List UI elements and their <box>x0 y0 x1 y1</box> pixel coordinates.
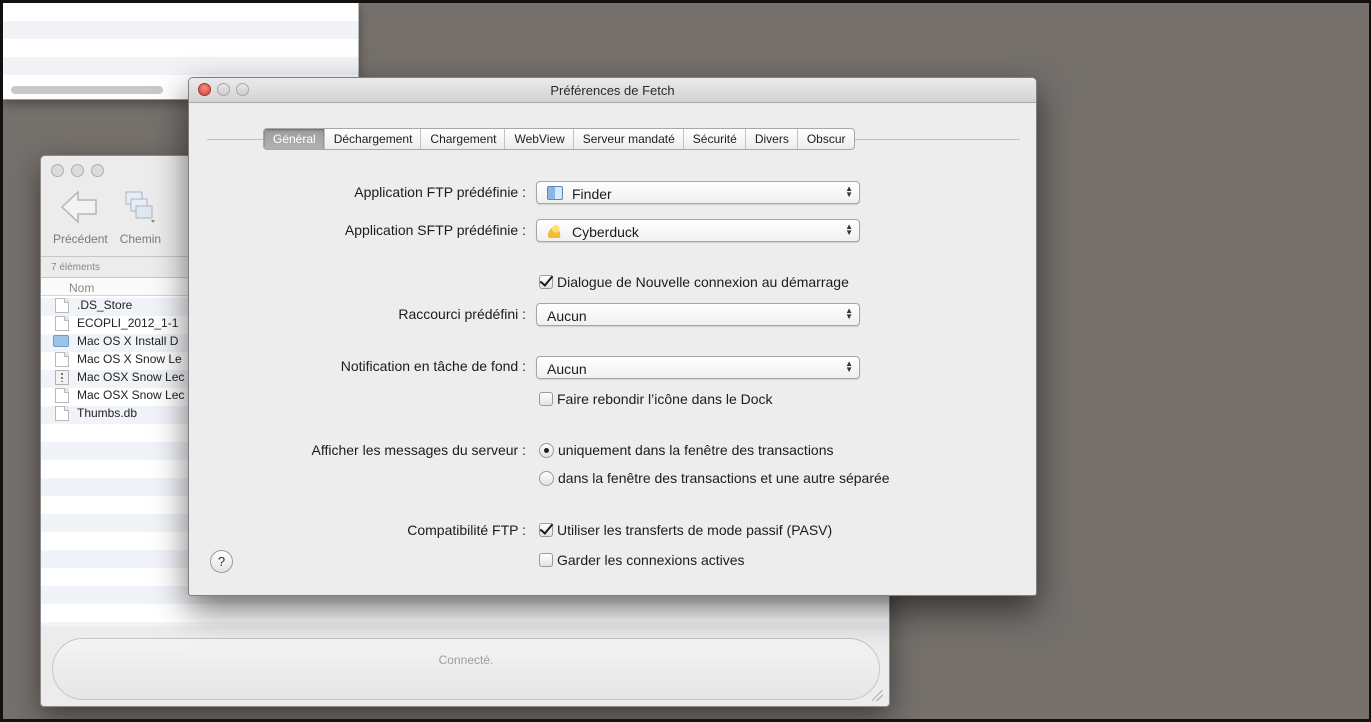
zoom-window-button[interactable] <box>91 164 104 177</box>
server-messages-option-1-label: uniquement dans la fenêtre des transacti… <box>558 442 834 458</box>
back-arrow-icon <box>61 190 98 224</box>
new-connection-checkbox[interactable] <box>539 275 553 289</box>
notification-popup[interactable]: Aucun ▲ ▼ <box>536 356 860 379</box>
shortcut-value: Aucun <box>547 308 587 324</box>
tab-download[interactable]: Déchargement <box>323 129 421 149</box>
sftp-app-value: Cyberduck <box>572 224 639 240</box>
passive-mode-checkbox-row[interactable]: Utiliser les transferts de mode passif (… <box>539 522 832 538</box>
window-controls <box>198 83 249 96</box>
folder-icon <box>53 335 69 347</box>
popup-arrows-icon: ▲ ▼ <box>845 184 853 199</box>
path-icon <box>125 191 156 223</box>
window-title: Préférences de Fetch <box>550 83 675 98</box>
shortcut-popup[interactable]: Aucun ▲ ▼ <box>536 303 860 326</box>
tab-webview[interactable]: WebView <box>504 129 572 149</box>
popup-arrows-icon: ▲ ▼ <box>845 222 853 237</box>
notification-value: Aucun <box>547 361 587 377</box>
connection-status: Connecté. <box>52 638 880 700</box>
file-name: Mac OSX Snow Lec <box>77 388 185 402</box>
popup-arrows-icon: ▲ ▼ <box>845 359 853 374</box>
bounce-dock-label: Faire rebondir l’icône dans le Dock <box>557 391 773 407</box>
file-row[interactable]: .DS_Store <box>55 296 191 314</box>
file-row[interactable]: Mac OSX Snow Lec <box>55 386 191 404</box>
keepalive-checkbox-row[interactable]: Garder les connexions actives <box>539 552 745 568</box>
window-controls <box>51 164 104 177</box>
close-window-button[interactable] <box>51 164 64 177</box>
file-name: Mac OS X Install D <box>77 334 179 348</box>
document-icon <box>55 315 69 331</box>
tab-misc[interactable]: Divers <box>744 129 797 149</box>
ftp-app-popup[interactable]: Finder ▲ ▼ <box>536 181 860 204</box>
cyberduck-icon <box>547 224 563 238</box>
file-name: ECOPLI_2012_1-1 <box>77 316 179 330</box>
file-name: Mac OS X Snow Le <box>77 352 182 366</box>
help-button[interactable]: ? <box>210 550 233 573</box>
path-button[interactable]: Chemin <box>120 188 161 246</box>
file-name: Thumbs.db <box>77 406 138 420</box>
zoom-window-button[interactable] <box>236 83 249 96</box>
document-icon <box>55 297 69 313</box>
server-messages-radio-1[interactable] <box>539 442 554 458</box>
browser-toolbar: Précédent Chemin <box>53 188 161 246</box>
tab-security[interactable]: Sécurité <box>682 129 745 149</box>
resize-grip-icon[interactable] <box>872 690 883 701</box>
horizontal-scrollbar[interactable] <box>11 86 163 94</box>
minimize-window-button[interactable] <box>217 83 230 96</box>
server-messages-radio-2[interactable] <box>539 470 554 486</box>
sftp-app-popup[interactable]: Cyberduck ▲ ▼ <box>536 219 860 242</box>
keepalive-label: Garder les connexions actives <box>557 552 745 568</box>
preferences-titlebar[interactable]: Préférences de Fetch <box>189 78 1036 103</box>
back-button-label: Précédent <box>53 232 108 246</box>
ftp-app-label: Application FTP prédéfinie : <box>354 184 526 200</box>
file-name: Mac OSX Snow Lec <box>77 370 185 384</box>
preferences-window: Préférences de Fetch Général Déchargemen… <box>188 77 1037 596</box>
ftp-compat-label: Compatibilité FTP : <box>407 522 526 538</box>
finder-icon <box>547 186 563 200</box>
file-row[interactable]: Thumbs.db <box>55 404 191 422</box>
column-header-name[interactable]: Nom <box>41 278 191 296</box>
file-row[interactable]: Mac OS X Snow Le <box>55 350 191 368</box>
new-connection-checkbox-row[interactable]: Dialogue de Nouvelle connexion au démarr… <box>539 274 849 290</box>
bounce-dock-checkbox[interactable] <box>539 392 553 406</box>
popup-arrows-icon: ▲ ▼ <box>845 306 853 321</box>
file-row[interactable]: Mac OS X Install D <box>53 332 189 350</box>
keepalive-checkbox[interactable] <box>539 553 553 567</box>
document-icon <box>55 387 69 403</box>
file-row[interactable]: Mac OSX Snow Lec <box>55 368 191 386</box>
minimize-window-button[interactable] <box>71 164 84 177</box>
bounce-dock-checkbox-row[interactable]: Faire rebondir l’icône dans le Dock <box>539 391 773 407</box>
tab-upload[interactable]: Chargement <box>420 129 504 149</box>
passive-mode-label: Utiliser les transferts de mode passif (… <box>557 522 833 538</box>
sftp-app-label: Application SFTP prédéfinie : <box>344 222 526 238</box>
archive-icon <box>55 369 69 385</box>
server-messages-option-2[interactable]: dans la fenêtre des transactions et une … <box>539 470 890 486</box>
passive-mode-checkbox[interactable] <box>539 523 553 537</box>
tab-general[interactable]: Général <box>264 129 324 149</box>
server-messages-label: Afficher les messages du serveur : <box>311 442 526 458</box>
close-window-button[interactable] <box>198 83 211 96</box>
document-icon <box>55 351 69 367</box>
shortcut-label: Raccourci prédéfini : <box>398 306 526 322</box>
tab-obscure[interactable]: Obscur <box>796 129 854 149</box>
preferences-tabs: Général Déchargement Chargement WebView … <box>263 128 855 150</box>
ftp-app-value: Finder <box>572 186 612 202</box>
new-connection-label: Dialogue de Nouvelle connexion au démarr… <box>557 274 849 290</box>
server-messages-option-2-label: dans la fenêtre des transactions et une … <box>558 470 890 486</box>
item-count: 7 éléments <box>41 256 189 278</box>
document-icon <box>55 405 69 421</box>
notification-label: Notification en tâche de fond : <box>340 358 526 374</box>
back-button[interactable]: Précédent <box>53 188 108 246</box>
file-name: .DS_Store <box>77 298 133 312</box>
server-messages-option-1[interactable]: uniquement dans la fenêtre des transacti… <box>539 442 834 458</box>
path-button-label: Chemin <box>119 232 162 246</box>
tab-proxy-server[interactable]: Serveur mandaté <box>572 129 683 149</box>
file-row[interactable]: ECOPLI_2012_1-1 <box>55 314 191 332</box>
